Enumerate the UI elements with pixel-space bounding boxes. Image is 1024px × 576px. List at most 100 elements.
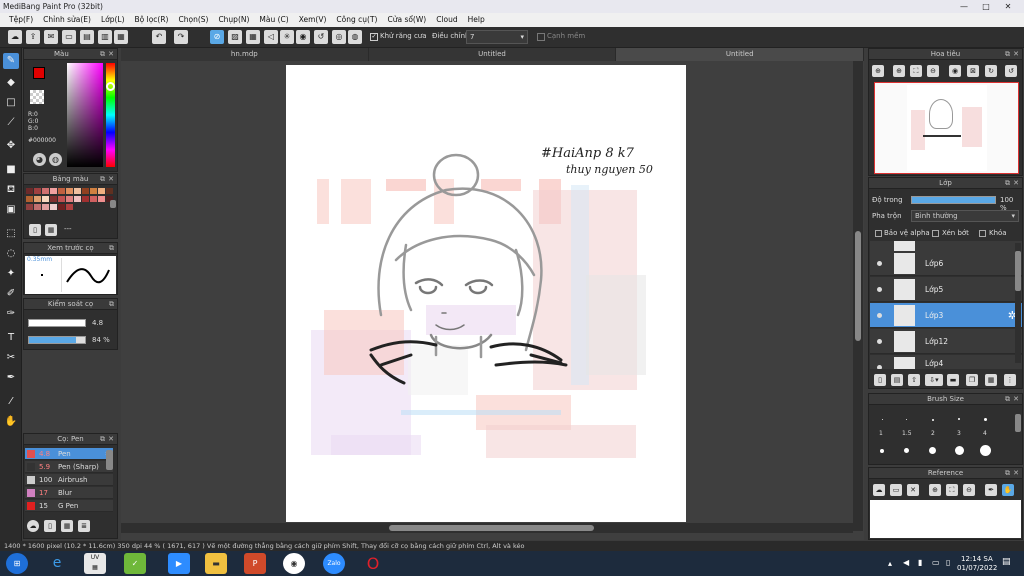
clock-date[interactable]: 01/07/2022 xyxy=(957,564,997,572)
undock-icon[interactable]: ⧉ xyxy=(1005,468,1010,479)
vertical-scrollbar[interactable] xyxy=(853,61,863,531)
brush-item-airbrush[interactable]: 100 Airbrush xyxy=(25,474,113,486)
zoom-in-2-icon[interactable]: ⊕ xyxy=(893,65,905,77)
palette-swatch[interactable] xyxy=(58,196,65,202)
gradient-tool-icon[interactable]: ▣ xyxy=(3,202,19,218)
brush-opacity-slider[interactable] xyxy=(28,336,86,344)
palette-swatch[interactable] xyxy=(26,188,33,194)
brush-item-pen[interactable]: 4.8Pen✲ xyxy=(25,448,113,460)
palette-swatch[interactable] xyxy=(66,196,73,202)
close-icon[interactable]: ✕ xyxy=(108,434,114,445)
menu-cloud[interactable]: Cloud xyxy=(431,13,462,27)
close-ref-icon[interactable]: ✕ xyxy=(907,484,919,496)
brush-item-blur[interactable]: 17 Blur xyxy=(25,487,113,499)
text-tool-icon[interactable]: T xyxy=(3,330,19,346)
delete-layer-icon[interactable]: ▦ xyxy=(985,374,997,386)
menu-tools[interactable]: Công cụ(T) xyxy=(331,13,382,27)
palette-swatch[interactable] xyxy=(50,196,57,202)
hand-tool-icon[interactable]: ✋ xyxy=(3,414,19,430)
soft-edge-checkbox[interactable] xyxy=(537,33,545,41)
move-tool-icon[interactable]: ✥ xyxy=(3,138,19,154)
palette-swatch[interactable] xyxy=(58,204,65,210)
saturation-value-picker[interactable] xyxy=(67,63,103,167)
palette-swatch[interactable] xyxy=(106,188,113,194)
powerpoint-icon[interactable]: P xyxy=(244,553,266,574)
divide-tool-icon[interactable]: ✂ xyxy=(3,350,19,366)
zoom-in-icon[interactable]: ⊕ xyxy=(872,65,884,77)
upload-icon[interactable]: ⇪ xyxy=(26,30,40,44)
chevron-up-icon[interactable]: ▴ xyxy=(888,559,892,568)
navigator-preview[interactable] xyxy=(874,82,1019,174)
menu-window[interactable]: Cửa sổ(W) xyxy=(382,13,431,27)
grid2-icon[interactable]: ▦ xyxy=(246,30,260,44)
settings-brush-icon[interactable]: ≣ xyxy=(78,520,90,532)
battery-icon[interactable]: ▯ xyxy=(946,558,950,567)
cloud-icon[interactable]: ☁ xyxy=(8,30,22,44)
open-icon[interactable]: ▭ xyxy=(890,484,902,496)
palette-swatch[interactable] xyxy=(74,196,81,202)
palette-swatch[interactable] xyxy=(26,204,33,210)
tab-untitled-2[interactable]: Untitled xyxy=(616,48,865,61)
palette-swatch[interactable] xyxy=(98,188,105,194)
menu-edit[interactable]: Chỉnh sửa(E) xyxy=(38,13,96,27)
cloud-brush-icon[interactable]: ☁ xyxy=(27,520,39,532)
menu-snap[interactable]: Chụp(N) xyxy=(213,13,254,27)
lock-checkbox[interactable] xyxy=(979,230,986,237)
foreground-color-swatch[interactable] xyxy=(33,67,45,79)
zalo-icon[interactable]: Zalo xyxy=(323,553,345,574)
unikey-icon[interactable]: UV ▦ xyxy=(84,553,106,574)
layer-settings-icon[interactable]: ⋮ xyxy=(1004,374,1016,386)
ellipse-icon[interactable]: ◎ xyxy=(332,30,346,44)
delete-brush-icon[interactable]: ▦ xyxy=(61,520,73,532)
size-dot[interactable] xyxy=(904,448,909,453)
palette-swatch[interactable] xyxy=(34,204,41,210)
palette-scrollbar[interactable] xyxy=(110,200,116,208)
chat-icon[interactable]: ▭ xyxy=(62,30,76,44)
undo-icon[interactable]: ↶ xyxy=(152,30,166,44)
protect-alpha-checkbox[interactable] xyxy=(875,230,882,237)
trash-icon[interactable]: ▦ xyxy=(45,224,57,236)
select-pen-icon[interactable]: ✐ xyxy=(3,286,19,302)
menu-select[interactable]: Chọn(S) xyxy=(173,13,213,27)
eyedropper-tool-icon[interactable]: ✒ xyxy=(3,370,19,386)
rotate-right-icon[interactable]: ↺ xyxy=(1005,65,1017,77)
bucket-tool-icon[interactable]: ⛾ xyxy=(3,182,19,198)
size-dot[interactable] xyxy=(955,446,964,455)
close-icon[interactable]: ✕ xyxy=(108,174,114,185)
cloud-icon[interactable]: ☁ xyxy=(873,484,885,496)
select-tool-icon[interactable]: ⬚ xyxy=(3,226,19,242)
size-dot[interactable] xyxy=(906,419,907,420)
brush-list-scrollbar[interactable] xyxy=(106,450,113,470)
circle-icon[interactable]: ◉ xyxy=(296,30,310,44)
palette-swatch[interactable] xyxy=(50,204,57,210)
rotate-icon[interactable]: ◉ xyxy=(949,65,961,77)
palette-swatches[interactable] xyxy=(26,188,113,220)
network-icon[interactable]: ▮ xyxy=(918,558,922,567)
reference-area[interactable] xyxy=(870,500,1021,538)
redo-icon[interactable]: ↷ xyxy=(174,30,188,44)
curve-icon[interactable]: ↺ xyxy=(314,30,328,44)
brush-size-scrollbar[interactable] xyxy=(1015,408,1021,462)
antialias-checkbox[interactable]: ✓ xyxy=(370,33,378,41)
palette-swatch[interactable] xyxy=(42,196,49,202)
menu-color[interactable]: Màu (C) xyxy=(254,13,293,27)
folder-icon[interactable]: ▬ xyxy=(205,553,227,574)
eyedropper-icon[interactable]: ✒ xyxy=(985,484,997,496)
palette-swatch[interactable] xyxy=(42,204,49,210)
layer-row-lop5[interactable]: Lớp5 xyxy=(870,277,1022,302)
add-brush-icon[interactable]: ▯ xyxy=(44,520,56,532)
ruler-tool-icon[interactable]: ⁄ xyxy=(3,394,19,410)
size-dot[interactable] xyxy=(929,447,936,454)
visibility-icon[interactable] xyxy=(877,261,882,266)
visibility-icon[interactable] xyxy=(877,365,882,369)
size-dot[interactable] xyxy=(932,419,934,421)
lasso-tool-icon[interactable]: ◌ xyxy=(3,246,19,262)
palette-swatch[interactable] xyxy=(74,188,81,194)
tab-untitled-1[interactable]: Untitled xyxy=(369,48,617,61)
menu-layer[interactable]: Lớp(L) xyxy=(96,13,130,27)
duplicate-layer-icon[interactable]: ⇧ xyxy=(908,374,920,386)
zoom-out-icon[interactable]: ⊖ xyxy=(963,484,975,496)
hand-icon[interactable]: ✋ xyxy=(1002,484,1014,496)
brush-opacity-value[interactable]: 84 % xyxy=(92,336,110,344)
palette-swatch[interactable] xyxy=(82,196,89,202)
